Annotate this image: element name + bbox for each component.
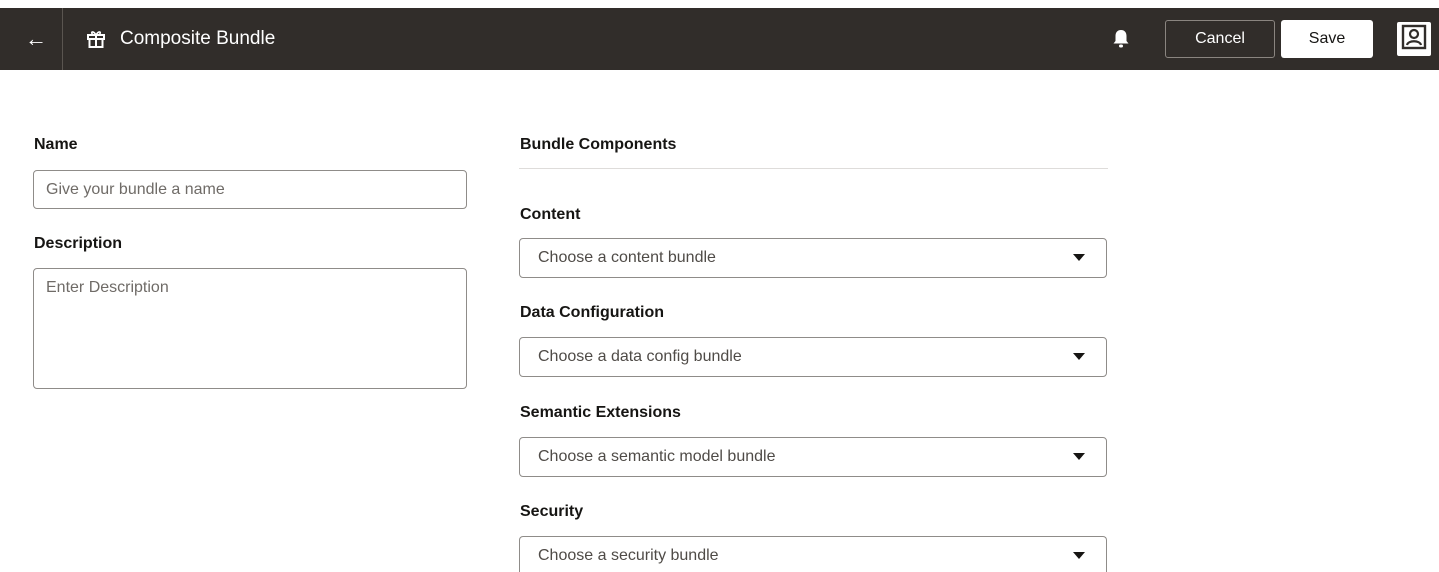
chevron-down-icon xyxy=(1073,453,1085,460)
security-label: Security xyxy=(520,503,584,520)
content-bundle-select[interactable]: Choose a content bundle xyxy=(519,238,1107,278)
header-title-group: Composite Bundle xyxy=(86,8,275,70)
gift-icon xyxy=(86,29,106,49)
data-configuration-label: Data Configuration xyxy=(520,304,664,321)
data-config-bundle-select[interactable]: Choose a data config bundle xyxy=(519,337,1107,377)
chevron-down-icon xyxy=(1073,353,1085,360)
chevron-down-icon xyxy=(1073,552,1085,559)
user-avatar-button[interactable] xyxy=(1397,22,1431,56)
chevron-down-icon xyxy=(1073,254,1085,261)
section-divider xyxy=(519,168,1108,169)
arrow-left-icon: ← xyxy=(25,26,47,51)
description-label: Description xyxy=(34,235,123,252)
semantic-model-bundle-placeholder: Choose a semantic model bundle xyxy=(538,448,776,465)
name-input[interactable] xyxy=(33,170,467,209)
cancel-button[interactable]: Cancel xyxy=(1165,20,1275,58)
description-textarea[interactable] xyxy=(33,268,467,389)
page-title: Composite Bundle xyxy=(120,28,276,49)
data-config-bundle-placeholder: Choose a data config bundle xyxy=(538,348,742,365)
bell-icon[interactable] xyxy=(1111,28,1131,50)
header-divider xyxy=(62,8,63,70)
save-button[interactable]: Save xyxy=(1281,20,1373,58)
user-avatar-icon xyxy=(1401,24,1427,55)
name-label: Name xyxy=(34,136,78,153)
content-label: Content xyxy=(520,206,581,223)
security-bundle-placeholder: Choose a security bundle xyxy=(538,547,719,564)
security-bundle-select[interactable]: Choose a security bundle xyxy=(519,536,1107,572)
app-header: ← Composite Bundle Cancel Save xyxy=(0,8,1439,70)
bundle-components-heading: Bundle Components xyxy=(520,136,677,153)
semantic-model-bundle-select[interactable]: Choose a semantic model bundle xyxy=(519,437,1107,477)
semantic-extensions-label: Semantic Extensions xyxy=(520,404,681,421)
back-button[interactable]: ← xyxy=(10,8,62,70)
content-bundle-placeholder: Choose a content bundle xyxy=(538,249,716,266)
